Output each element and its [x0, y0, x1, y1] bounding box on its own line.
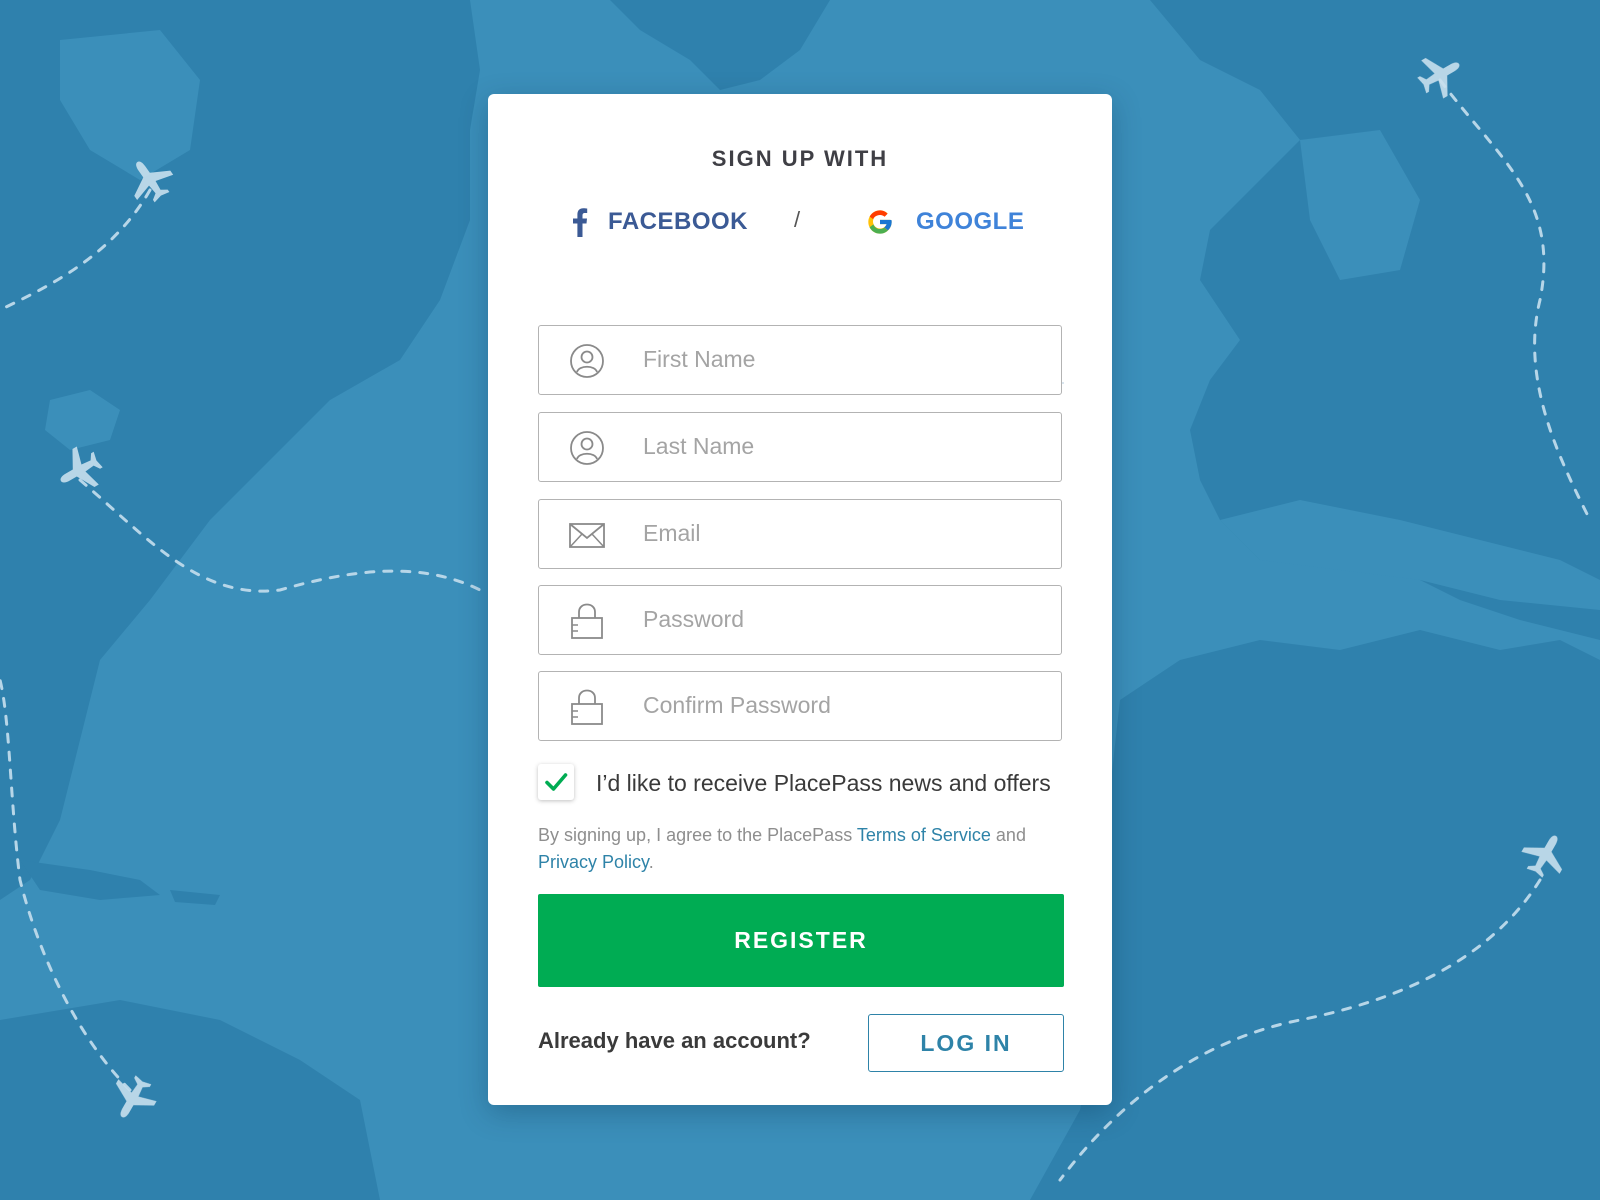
- terms-text: By signing up, I agree to the PlacePass …: [538, 822, 1068, 876]
- user-icon: [570, 431, 604, 465]
- user-icon: [570, 344, 604, 378]
- facebook-label: FACEBOOK: [608, 208, 749, 235]
- google-signup-button[interactable]: GOOGLE: [866, 202, 1024, 242]
- terms-suffix: .: [648, 852, 654, 872]
- last-name-field[interactable]: [538, 412, 1062, 482]
- last-name-input[interactable]: [643, 413, 1043, 480]
- social-separator: /: [794, 207, 801, 232]
- login-button[interactable]: LOG IN: [868, 1014, 1064, 1072]
- already-have-account-text: Already have an account?: [538, 1028, 811, 1053]
- facebook-signup-button[interactable]: FACEBOOK: [572, 202, 748, 242]
- envelope-icon: [569, 523, 605, 548]
- newsletter-checkbox[interactable]: [538, 764, 574, 800]
- checkmark-icon: [545, 773, 568, 791]
- email-field[interactable]: [538, 499, 1062, 569]
- newsletter-label: I’d like to receive PlacePass news and o…: [596, 770, 1051, 796]
- confirm-password-field[interactable]: [538, 671, 1062, 741]
- lock-icon: [571, 689, 603, 725]
- terms-middle: and: [990, 825, 1026, 845]
- first-name-field[interactable]: [538, 325, 1062, 395]
- google-g-icon: [868, 210, 892, 234]
- terms-prefix: By signing up, I agree to the PlacePass: [538, 825, 857, 845]
- first-name-input[interactable]: [643, 326, 1043, 393]
- password-field[interactable]: [538, 585, 1062, 655]
- password-input[interactable]: [643, 586, 1043, 653]
- terms-of-service-link[interactable]: Terms of Service: [857, 825, 991, 845]
- signup-heading: SIGN UP WITH: [711, 146, 889, 171]
- facebook-f-icon: [573, 208, 588, 237]
- lock-icon: [571, 603, 603, 639]
- privacy-policy-link[interactable]: Privacy Policy: [538, 852, 649, 872]
- google-label: GOOGLE: [916, 208, 1025, 235]
- email-input[interactable]: [643, 500, 1043, 567]
- register-button[interactable]: REGISTER: [538, 894, 1064, 987]
- confirm-password-input[interactable]: [643, 672, 1043, 739]
- newsletter-option[interactable]: I’d like to receive PlacePass news and o…: [538, 764, 1078, 804]
- signup-card: SIGN UP WITH FACEBOOK / GOOGLE or: [488, 94, 1112, 1105]
